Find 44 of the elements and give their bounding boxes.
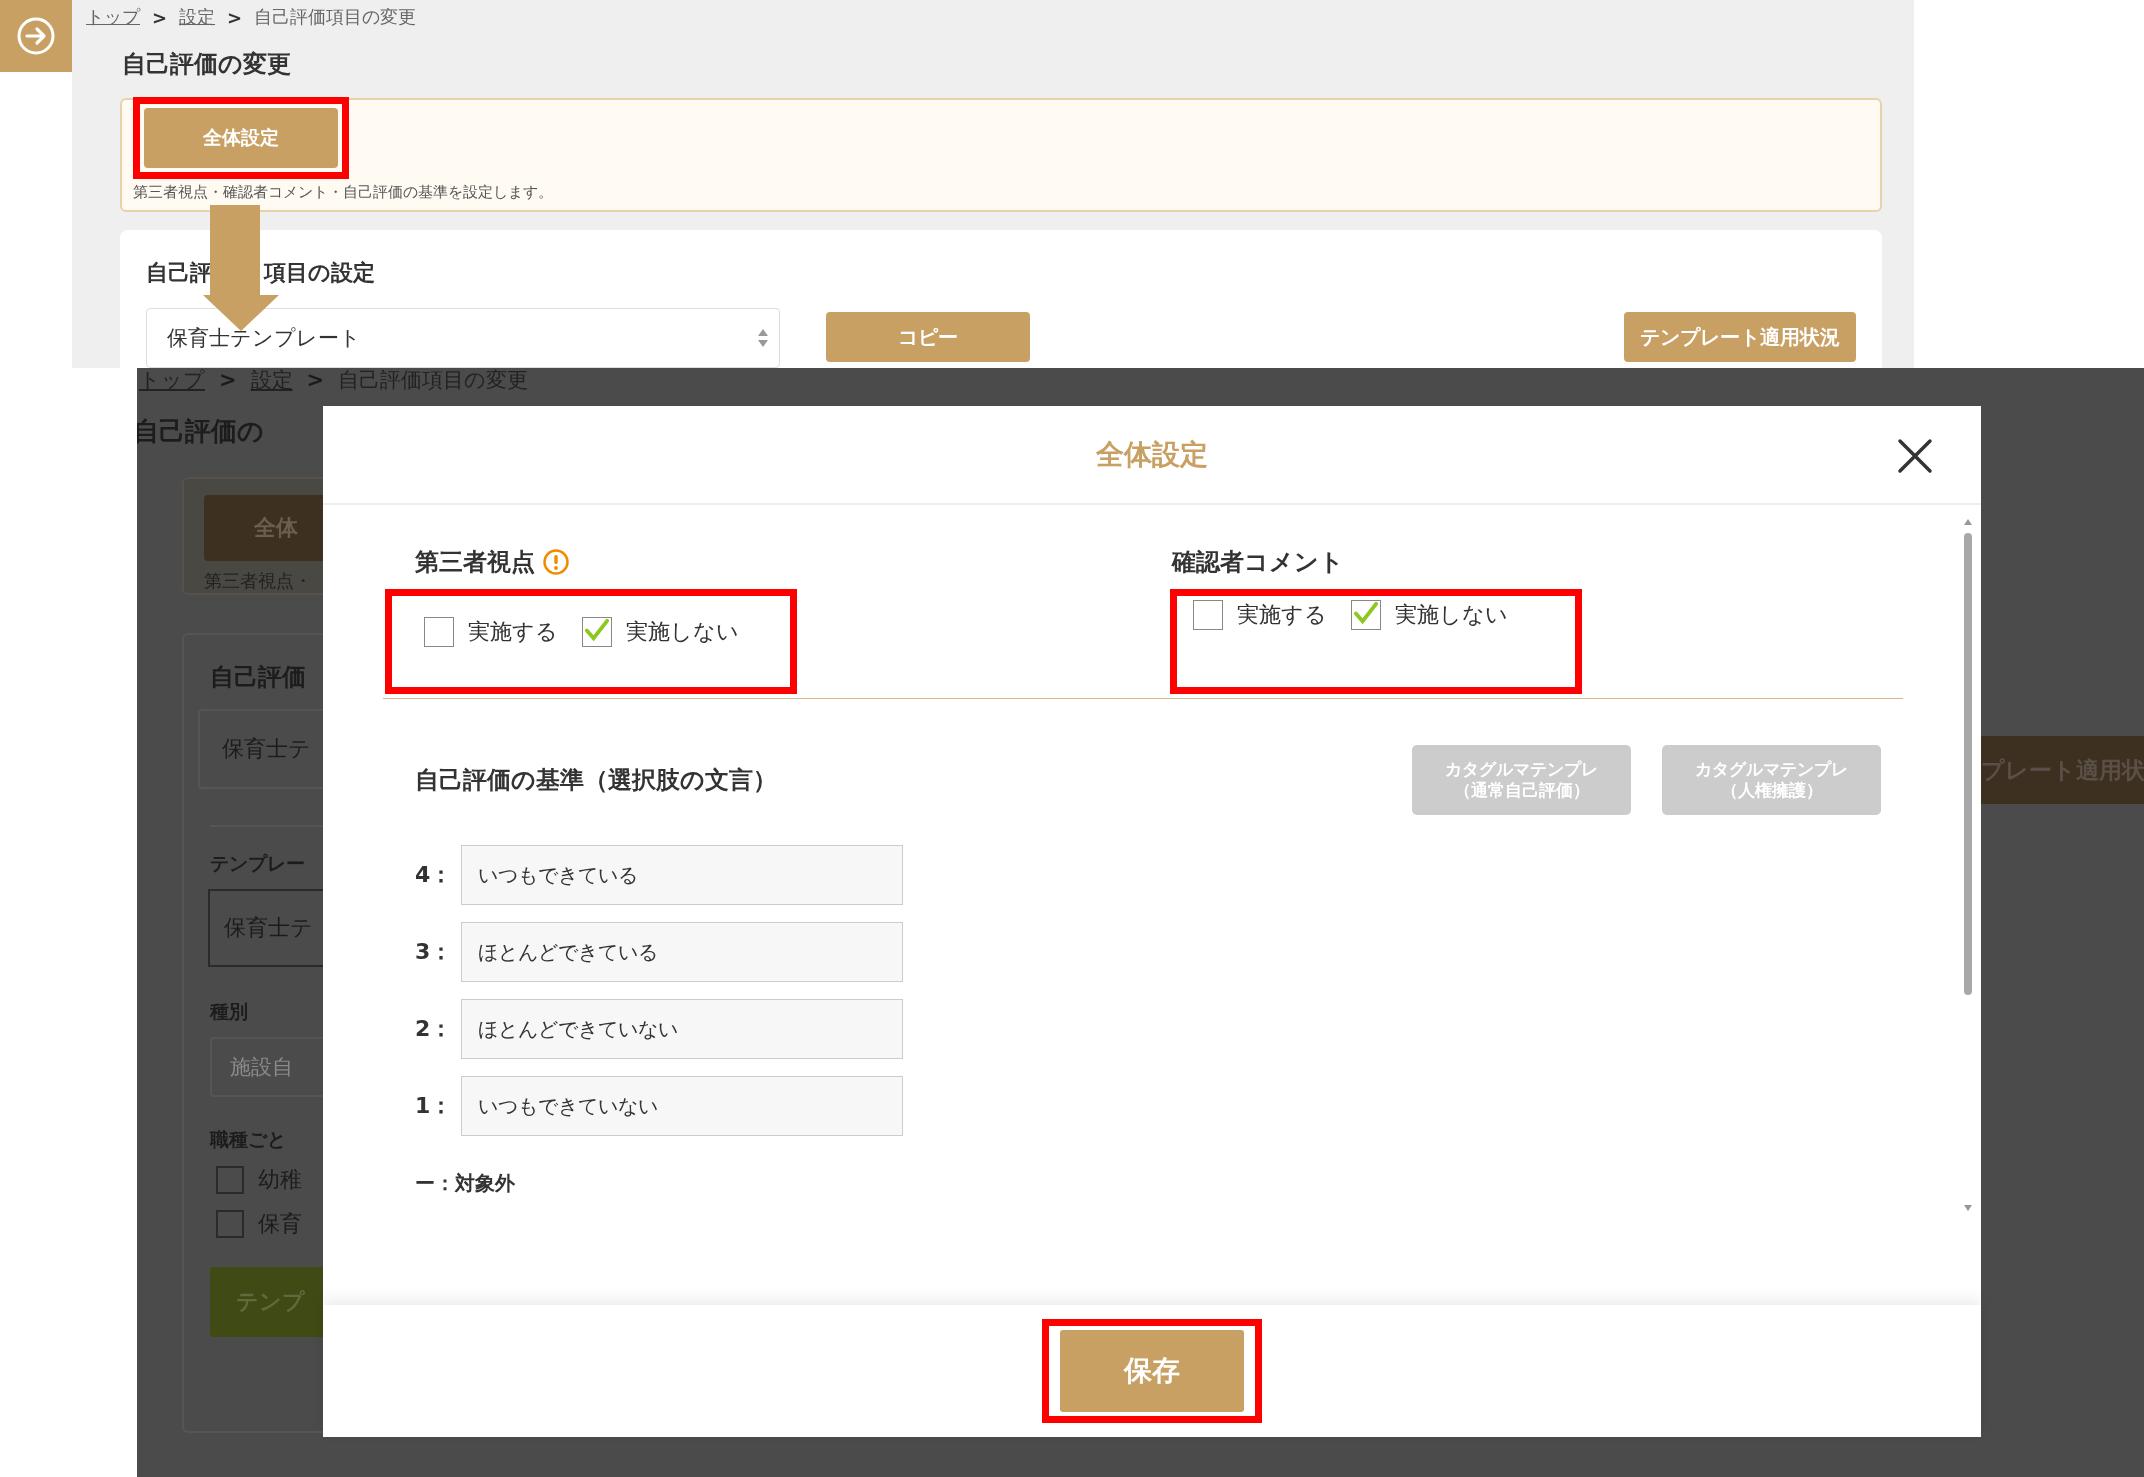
checkbox-label: 実施しない <box>626 618 739 646</box>
level-label: 3： <box>415 938 454 966</box>
level-input[interactable]: いつもできていない <box>461 1076 903 1136</box>
copy-button[interactable]: コピー <box>826 312 1030 362</box>
breadcrumb-separator: > <box>219 368 237 392</box>
checkbox[interactable] <box>1351 600 1381 630</box>
checkbox[interactable] <box>582 617 612 647</box>
level-label: 4： <box>415 861 454 889</box>
status-button[interactable]: テンプレート適用状況 <box>1624 312 1856 362</box>
section-title: 第三者視点 <box>415 547 535 578</box>
level-label: 2： <box>415 1015 454 1043</box>
arrow-circle-icon <box>16 16 56 56</box>
sidebar-toggle-button[interactable] <box>0 0 72 72</box>
checkbox-label: 実施する <box>468 618 558 646</box>
notice-text: 第三者視点・確認者コメント・自己評価の基準を設定します。 <box>133 183 554 202</box>
save-button[interactable]: 保存 <box>1060 1330 1244 1412</box>
section-title: 自己評価の基準（選択肢の文言） <box>415 765 777 796</box>
excluded-label: ー：対象外 <box>415 1170 516 1197</box>
section-title: 項目の設定 <box>264 259 375 287</box>
page-title: 自己評価の変更 <box>122 49 292 80</box>
breadcrumb-current: 自己評価項目の変更 <box>254 5 417 29</box>
close-icon <box>1897 438 1933 474</box>
section-title: 確認者コメント <box>1172 547 1344 578</box>
checkbox[interactable] <box>216 1166 244 1194</box>
breadcrumb-separator: > <box>306 368 325 392</box>
close-button[interactable] <box>1895 436 1935 476</box>
breadcrumb-separator: > <box>227 6 243 28</box>
checkbox-label: 実施する <box>1237 601 1327 629</box>
checkbox[interactable] <box>1193 600 1223 630</box>
breadcrumb-link[interactable]: トップ <box>86 5 140 29</box>
level-input[interactable]: いつもできている <box>461 845 903 905</box>
breadcrumb-link[interactable]: 設定 <box>179 5 216 29</box>
checkbox[interactable] <box>216 1210 244 1238</box>
section-title: 自己評 <box>146 259 212 287</box>
up-down-icon <box>757 327 769 349</box>
template-select[interactable]: 保育士テンプレート <box>146 308 780 368</box>
checkbox[interactable] <box>424 617 454 647</box>
level-input[interactable]: ほとんどできている <box>461 922 903 982</box>
level-input[interactable]: ほとんどできていない <box>461 999 903 1059</box>
breadcrumb-separator: > <box>152 6 168 28</box>
level-label: 1： <box>415 1092 454 1120</box>
dialog-title: 全体設定 <box>1096 436 1208 473</box>
checkbox-label: 実施しない <box>1395 601 1508 629</box>
settings-button[interactable]: 全体設定 <box>144 108 338 168</box>
